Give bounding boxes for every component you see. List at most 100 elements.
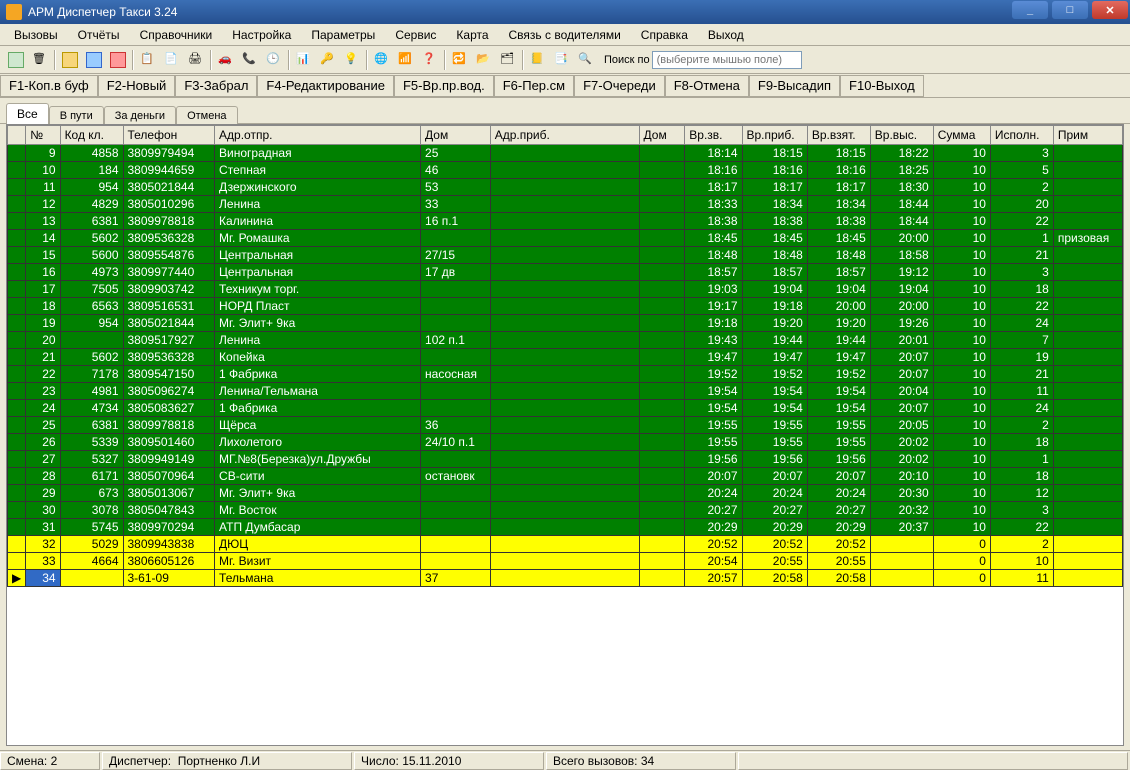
cell[interactable] [60, 332, 123, 349]
cell[interactable] [421, 553, 491, 570]
cell[interactable]: 19:17 [685, 298, 742, 315]
cell[interactable] [870, 536, 933, 553]
cell[interactable]: 19:56 [807, 451, 870, 468]
cell[interactable]: 19:54 [807, 400, 870, 417]
table-row[interactable]: 119543805021844Дзержинского5318:1718:171… [8, 179, 1123, 196]
cell[interactable]: 7 [990, 332, 1053, 349]
cell[interactable]: 1 [990, 230, 1053, 247]
cell[interactable]: 0 [933, 570, 990, 587]
toolbar-btn-16[interactable]: 📶 [395, 49, 417, 71]
table-row[interactable]: 203809517927Ленина102 п.119:4319:4419:44… [8, 332, 1123, 349]
cell[interactable]: 10 [933, 434, 990, 451]
cell[interactable] [490, 213, 639, 230]
cell[interactable]: 3809554876 [123, 247, 215, 264]
toolbar-btn-4[interactable] [83, 49, 105, 71]
cell[interactable]: 18:16 [807, 162, 870, 179]
cell[interactable]: МГ.№8(Березка)ул.Дружбы [215, 451, 421, 468]
minimize-button[interactable]: _ [1012, 1, 1048, 19]
cell[interactable] [639, 519, 685, 536]
cell[interactable]: 20:52 [807, 536, 870, 553]
cell[interactable]: 3809978818 [123, 417, 215, 434]
cell[interactable]: 3805083627 [123, 400, 215, 417]
cell[interactable] [639, 468, 685, 485]
cell[interactable]: 3809944659 [123, 162, 215, 179]
cell[interactable]: 18:48 [742, 247, 807, 264]
cell[interactable]: 12 [26, 196, 60, 213]
cell[interactable]: Центральная [215, 264, 421, 281]
cell[interactable] [1053, 145, 1122, 162]
menu-item-1[interactable]: Отчёты [68, 26, 130, 44]
cell[interactable] [421, 400, 491, 417]
cell[interactable]: 3806605126 [123, 553, 215, 570]
toolbar-btn-20[interactable]: 🗂 [497, 49, 519, 71]
cell[interactable]: 3 [990, 145, 1053, 162]
cell[interactable]: 18:17 [807, 179, 870, 196]
cell[interactable] [490, 417, 639, 434]
table-row[interactable]: 2861713805070964СВ-ситиостановк20:0720:0… [8, 468, 1123, 485]
table-row[interactable]: 24473438050836271 Фабрика19:5419:5419:54… [8, 400, 1123, 417]
cell[interactable]: 20:00 [870, 230, 933, 247]
cell[interactable]: 18:45 [807, 230, 870, 247]
cell[interactable]: 10 [933, 502, 990, 519]
cell[interactable]: 3805021844 [123, 315, 215, 332]
cell[interactable] [639, 502, 685, 519]
toolbar-btn-5[interactable] [107, 49, 129, 71]
cell[interactable]: 20:58 [807, 570, 870, 587]
cell[interactable] [490, 179, 639, 196]
cell[interactable]: 10 [933, 230, 990, 247]
cell[interactable]: 18:17 [742, 179, 807, 196]
cell[interactable]: 4664 [60, 553, 123, 570]
cell[interactable] [490, 553, 639, 570]
toolbar-btn-3[interactable] [59, 49, 81, 71]
cell[interactable] [639, 349, 685, 366]
cell[interactable]: 11 [990, 570, 1053, 587]
cell[interactable]: 10 [933, 485, 990, 502]
cell[interactable]: 10 [933, 468, 990, 485]
cell[interactable]: 21 [26, 349, 60, 366]
cell[interactable]: 18:34 [807, 196, 870, 213]
fkey-9[interactable]: F9-Высадип [749, 75, 840, 97]
cell[interactable]: 25 [26, 417, 60, 434]
cell[interactable] [639, 451, 685, 468]
grid-container[interactable]: №Код кл.ТелефонАдр.отпр.ДомАдр.приб.ДомВ… [6, 124, 1124, 746]
cell[interactable]: 0 [933, 553, 990, 570]
cell[interactable]: 18:44 [870, 213, 933, 230]
cell[interactable] [1053, 213, 1122, 230]
cell[interactable]: 6563 [60, 298, 123, 315]
cell[interactable]: 16 п.1 [421, 213, 491, 230]
cell[interactable]: 20:58 [742, 570, 807, 587]
cell[interactable]: 3809536328 [123, 349, 215, 366]
cell[interactable]: 10 [933, 315, 990, 332]
cell[interactable]: 10 [933, 298, 990, 315]
cell[interactable]: 20:37 [870, 519, 933, 536]
cell[interactable] [639, 366, 685, 383]
toolbar-btn-10[interactable]: 📞 [239, 49, 261, 71]
cell[interactable] [490, 570, 639, 587]
cell[interactable] [1053, 553, 1122, 570]
cell[interactable] [1053, 468, 1122, 485]
cell[interactable]: 27/15 [421, 247, 491, 264]
menu-item-8[interactable]: Справка [631, 26, 698, 44]
cell[interactable]: 24 [990, 315, 1053, 332]
cell[interactable] [639, 332, 685, 349]
table-row[interactable]: ▶343-61-09Тельмана3720:5720:5820:58011 [8, 570, 1123, 587]
cell[interactable]: 6171 [60, 468, 123, 485]
cell[interactable]: 20 [26, 332, 60, 349]
cell[interactable]: 20:02 [870, 451, 933, 468]
cell[interactable] [60, 570, 123, 587]
col-header-0[interactable]: № [26, 126, 60, 145]
cell[interactable]: 673 [60, 485, 123, 502]
cell[interactable] [1053, 570, 1122, 587]
cell[interactable] [490, 332, 639, 349]
cell[interactable] [639, 264, 685, 281]
cell[interactable]: 3809978818 [123, 213, 215, 230]
cell[interactable]: 18:14 [685, 145, 742, 162]
cell[interactable]: 19:03 [685, 281, 742, 298]
cell[interactable]: 102 п.1 [421, 332, 491, 349]
cell[interactable]: 19:52 [807, 366, 870, 383]
cell[interactable] [1053, 179, 1122, 196]
cell[interactable] [639, 281, 685, 298]
cell[interactable] [490, 485, 639, 502]
cell[interactable]: 3-61-09 [123, 570, 215, 587]
cell[interactable]: 6381 [60, 417, 123, 434]
